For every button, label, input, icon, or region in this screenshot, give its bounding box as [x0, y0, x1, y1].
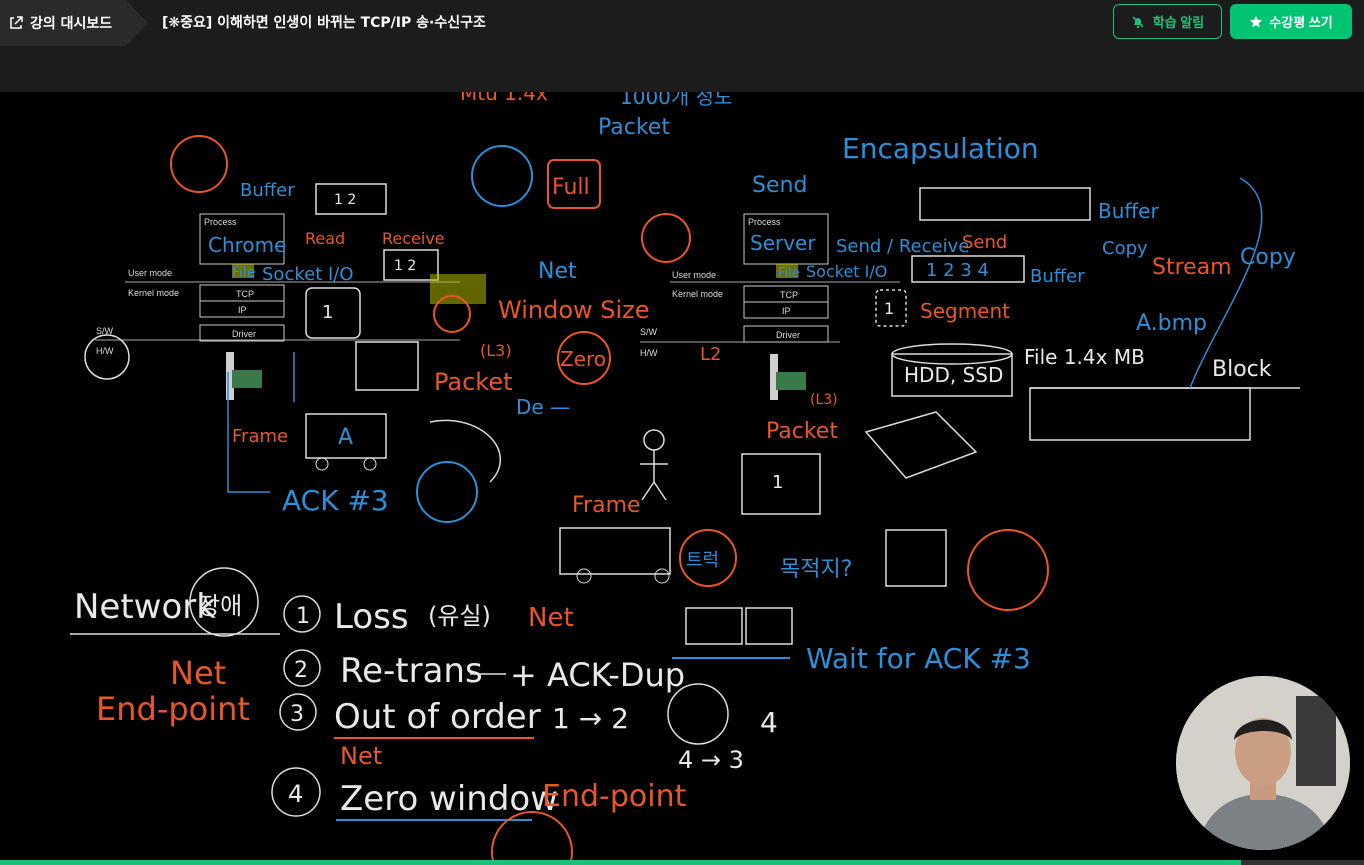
note-ack3: ACK #3: [282, 484, 389, 517]
list-num-1: 1: [296, 604, 310, 629]
note-window-size: Window Size: [498, 296, 650, 324]
note-decap: De —: [516, 395, 570, 419]
note-send: Send: [752, 173, 807, 198]
left-kernel-mode: Kernel mode: [128, 288, 179, 298]
lecture-video[interactable]: Mtu 1.4x 1000개 정도 Packet User mode Kerne…: [0, 92, 1364, 862]
note-copy: Copy: [1102, 238, 1148, 259]
note-chrome: Chrome: [208, 233, 286, 257]
note-endpoint-left: End-point: [96, 690, 250, 728]
note-wait-ack: Wait for ACK #3: [806, 642, 1031, 675]
note-ooo-seq2: 4 → 3: [678, 746, 744, 774]
note-packet-top: Packet: [598, 115, 670, 140]
whiteboard-drawing: Mtu 1.4x 1000개 정도 Packet User mode Kerne…: [70, 92, 1300, 862]
video-progress-fill: [0, 860, 1242, 865]
buffer-cells-right: 1 2 3 4: [926, 260, 989, 281]
instructor-webcam: [1176, 676, 1350, 850]
note-ooo-seq: 1 → 2: [552, 702, 629, 735]
right-tcp: TCP: [780, 290, 798, 300]
segment-one-left: 1: [322, 302, 333, 323]
note-net-left-red: Net: [170, 654, 226, 692]
note-net-left: Net: [538, 259, 577, 284]
note-net-ooo: Net: [340, 742, 382, 770]
note-read: Read: [305, 229, 345, 248]
note-retrans: Re-trans: [340, 651, 483, 691]
note-l3-left: (L3): [480, 341, 512, 360]
list-num-3: 3: [290, 702, 304, 727]
note-zero: Zero: [560, 347, 606, 371]
note-l2-right: L2: [700, 344, 721, 365]
right-driver: Driver: [776, 330, 800, 340]
note-send-receive: Send / Receive: [836, 236, 969, 257]
top-cutoff-text: Mtu 1.4x: [460, 92, 548, 105]
dashboard-label: 강의 대시보드: [30, 16, 113, 32]
note-loss-kr: (유실): [428, 602, 491, 630]
buffer-cells-left: 1 2: [334, 192, 356, 208]
right-kernel-mode: Kernel mode: [672, 289, 723, 299]
right-ip: IP: [782, 306, 791, 316]
note-send-red: Send: [962, 232, 1007, 253]
video-progress-bar[interactable]: [0, 860, 1364, 865]
right-user-mode: User mode: [672, 270, 716, 280]
note-endpoint-right: End-point: [542, 779, 687, 814]
list-num-2: 2: [294, 658, 308, 683]
receive-buffer-cells: 1 2: [394, 258, 416, 274]
packet-box-right: 1: [772, 472, 783, 493]
segment-one-right: 1: [884, 299, 894, 318]
note-a: A: [338, 425, 353, 450]
right-process: Process: [748, 217, 781, 227]
note-top-count: 1000개 정도: [620, 92, 732, 109]
dashboard-link[interactable]: 강의 대시보드: [0, 0, 148, 46]
note-truck: 트럭: [686, 550, 719, 571]
note-full: Full: [552, 175, 590, 200]
note-buffer-right2: Buffer: [1030, 266, 1085, 287]
instructor-avatar: [1176, 676, 1350, 850]
note-hdd-ssd: HDD, SSD: [904, 363, 1003, 387]
left-user-mode: User mode: [128, 268, 172, 278]
left-ip: IP: [238, 305, 247, 315]
note-out-of-order: Out of order: [334, 697, 541, 737]
star-icon: [1250, 15, 1263, 27]
note-packet-left: Packet: [434, 368, 513, 396]
note-packet-right: Packet: [766, 419, 838, 444]
write-review-label: 수강평 쓰기: [1269, 15, 1333, 30]
note-file: File: [232, 265, 255, 281]
note-segment: Segment: [920, 299, 1010, 323]
note-l3-right: (L3): [810, 392, 838, 408]
note-buffer: Buffer: [240, 180, 295, 201]
note-frame-left: Frame: [232, 426, 288, 447]
note-frame-right: Frame: [572, 493, 641, 518]
note-stream: Stream: [1152, 255, 1232, 280]
right-hw: H/W: [640, 348, 658, 358]
lecture-title: [❋중요] 이해하면 인생이 바뀌는 TCP/IP 송·수신구조: [162, 15, 486, 31]
left-tcp: TCP: [236, 289, 254, 299]
note-loss: Loss: [334, 597, 409, 637]
note-receive: Receive: [382, 229, 445, 248]
left-driver: Driver: [232, 329, 256, 339]
note-server: Server: [750, 231, 816, 255]
note-ack-dup: + ACK-Dup: [510, 656, 685, 694]
note-file-right: File: [778, 266, 800, 281]
note-buffer-right: Buffer: [1098, 199, 1159, 223]
left-process: Process: [204, 217, 237, 227]
note-issue-circle: 장애: [198, 592, 242, 620]
note-block: Block: [1212, 357, 1272, 382]
study-alarm-label: 학습 알림: [1152, 15, 1205, 30]
note-file-size: File 1.4x MB: [1024, 345, 1145, 369]
external-link-icon: [10, 16, 23, 29]
note-encapsulation: Encapsulation: [842, 132, 1039, 165]
study-alarm-button[interactable]: 학습 알림: [1113, 4, 1222, 39]
list-num-4: 4: [288, 780, 303, 808]
note-destination: 목적지?: [780, 557, 852, 582]
note-a-bmp: A.bmp: [1136, 311, 1207, 336]
left-hw: H/W: [96, 346, 114, 356]
write-review-button[interactable]: 수강평 쓰기: [1230, 4, 1352, 39]
top-bar: 강의 대시보드 [❋중요] 이해하면 인생이 바뀌는 TCP/IP 송·수신구조…: [0, 0, 1364, 92]
note-ooo-four: 4: [760, 706, 778, 739]
bell-off-icon: [1132, 15, 1144, 28]
right-sw: S/W: [640, 327, 658, 337]
note-socket-right: Socket I/O: [806, 262, 887, 281]
note-net-red: Net: [528, 603, 574, 633]
note-socket-io: Socket I/O: [262, 264, 354, 285]
